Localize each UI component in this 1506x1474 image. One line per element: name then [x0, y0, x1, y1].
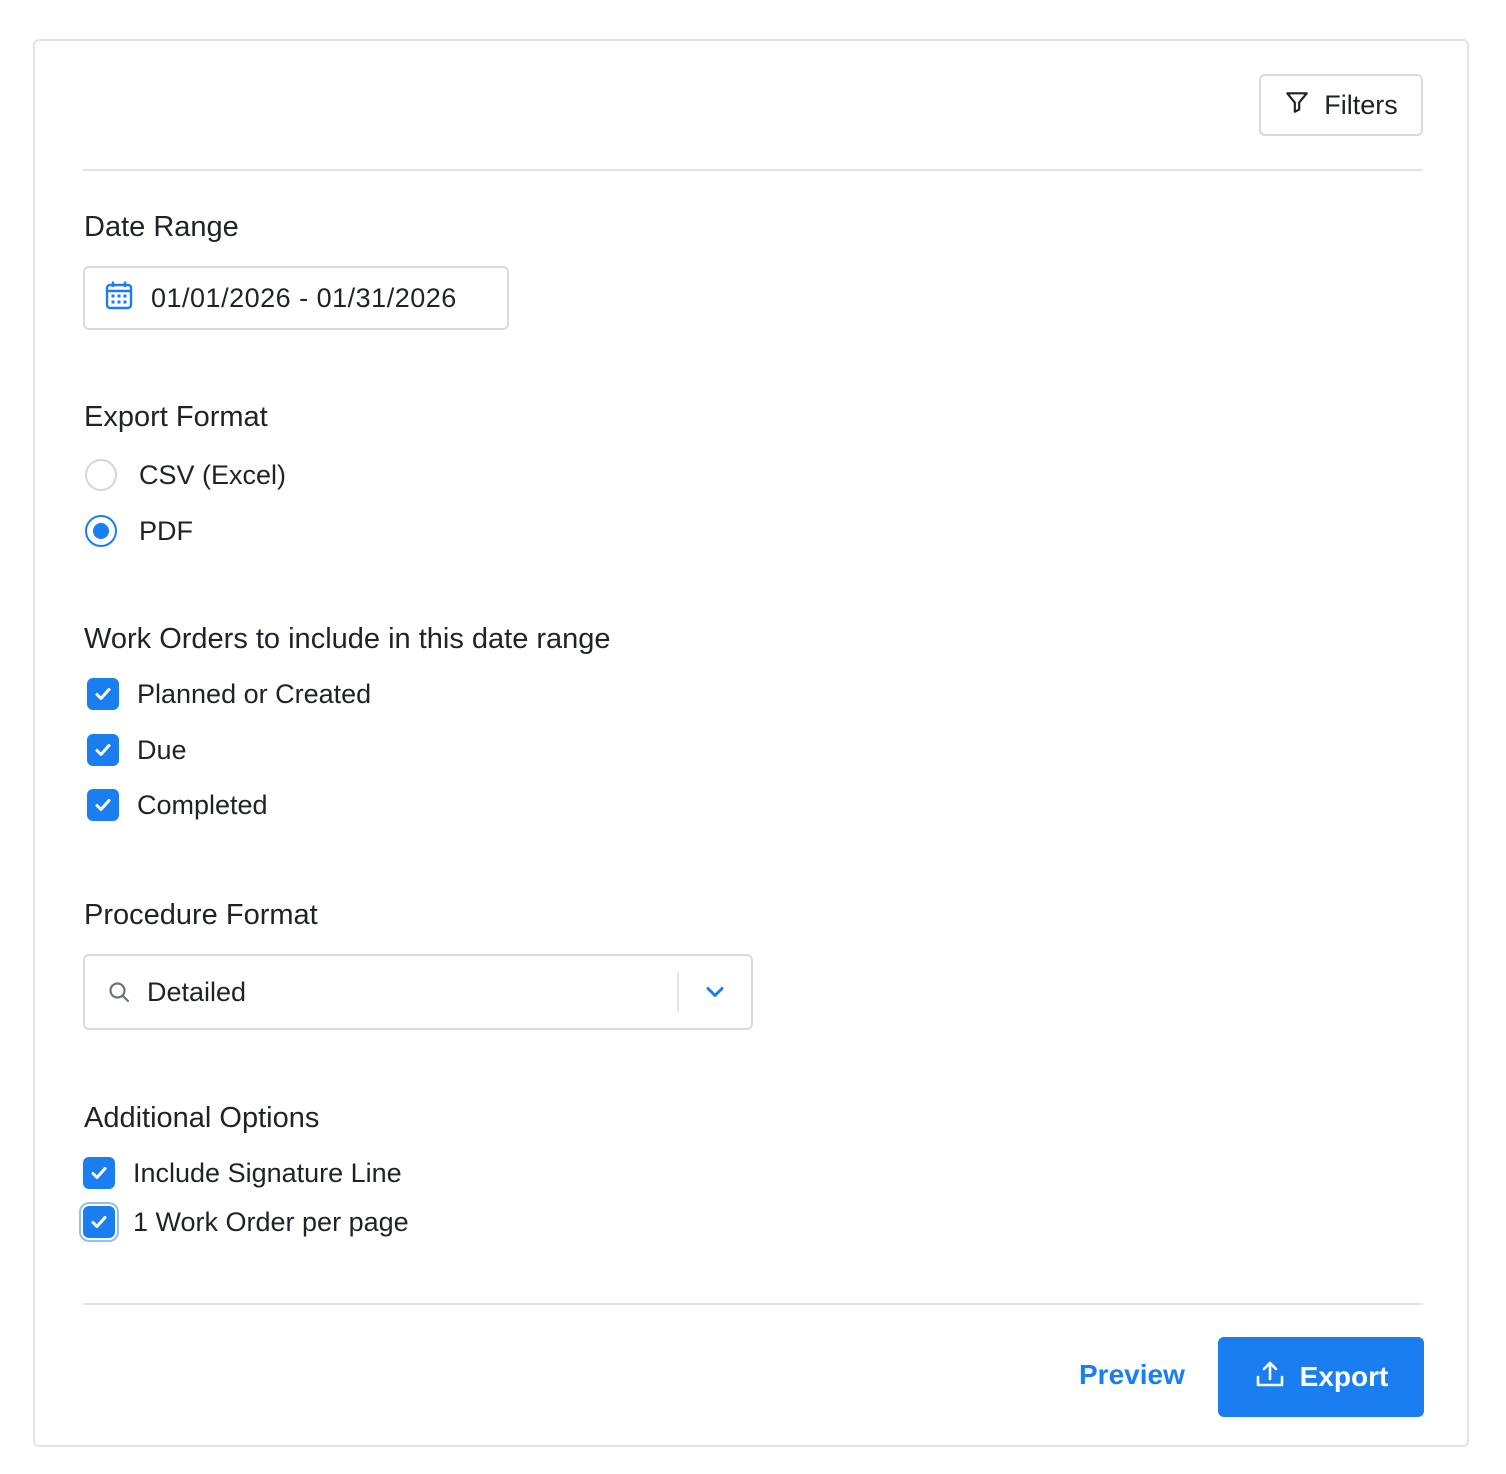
- date-range-value: 01/01/2026 - 01/31/2026: [151, 282, 457, 313]
- radio-button[interactable]: [85, 459, 117, 491]
- procedure-format-value: Detailed: [147, 976, 247, 1007]
- preview-button[interactable]: Preview: [1079, 1359, 1185, 1391]
- checkbox-option-planned[interactable]: Planned or Created: [87, 678, 371, 710]
- filters-button[interactable]: Filters: [1259, 74, 1423, 136]
- checkbox-label: 1 Work Order per page: [133, 1206, 409, 1237]
- checkbox-option-per-page[interactable]: 1 Work Order per page: [83, 1206, 409, 1238]
- checkbox-label: Planned or Created: [137, 678, 372, 709]
- header-divider: [83, 169, 1423, 171]
- export-button[interactable]: Export: [1218, 1337, 1424, 1417]
- search-icon: [107, 980, 131, 1004]
- radio-option-csv[interactable]: CSV (Excel): [85, 459, 286, 491]
- export-panel: Filters Date Range 01/01/2026 - 01/31/20…: [33, 39, 1469, 1447]
- procedure-format-title: Procedure Format: [84, 899, 318, 931]
- check-icon: [95, 799, 111, 811]
- check-icon: [91, 1167, 107, 1179]
- checkbox[interactable]: [87, 734, 119, 766]
- chevron-down-icon[interactable]: [679, 980, 751, 1004]
- additional-options-title: Additional Options: [84, 1102, 320, 1134]
- check-icon: [91, 1216, 107, 1228]
- filters-label: Filters: [1324, 89, 1398, 120]
- checkbox-option-due[interactable]: Due: [87, 734, 187, 766]
- checkbox-focused[interactable]: [83, 1206, 115, 1238]
- checkbox[interactable]: [83, 1157, 115, 1189]
- date-range-title: Date Range: [84, 211, 239, 243]
- date-range-picker[interactable]: 01/01/2026 - 01/31/2026: [83, 266, 509, 330]
- radio-label: CSV (Excel): [139, 459, 287, 490]
- export-format-title: Export Format: [84, 401, 268, 433]
- check-icon: [95, 744, 111, 756]
- upload-icon: [1254, 1358, 1286, 1397]
- checkbox-label: Include Signature Line: [133, 1157, 402, 1188]
- checkbox-label: Due: [137, 734, 187, 765]
- checkbox-option-completed[interactable]: Completed: [87, 789, 268, 821]
- radio-button-selected[interactable]: [85, 515, 117, 547]
- checkbox-option-signature[interactable]: Include Signature Line: [83, 1157, 402, 1189]
- check-icon: [95, 688, 111, 700]
- work-orders-title: Work Orders to include in this date rang…: [84, 623, 611, 655]
- checkbox[interactable]: [87, 678, 119, 710]
- filter-icon: [1284, 89, 1310, 122]
- export-label: Export: [1299, 1361, 1389, 1392]
- radio-option-pdf[interactable]: PDF: [85, 515, 193, 547]
- footer-divider: [83, 1303, 1423, 1305]
- radio-label: PDF: [139, 515, 193, 546]
- checkbox[interactable]: [87, 789, 119, 821]
- calendar-icon: [105, 280, 133, 317]
- procedure-format-select[interactable]: Detailed: [83, 954, 753, 1030]
- checkbox-label: Completed: [137, 789, 268, 820]
